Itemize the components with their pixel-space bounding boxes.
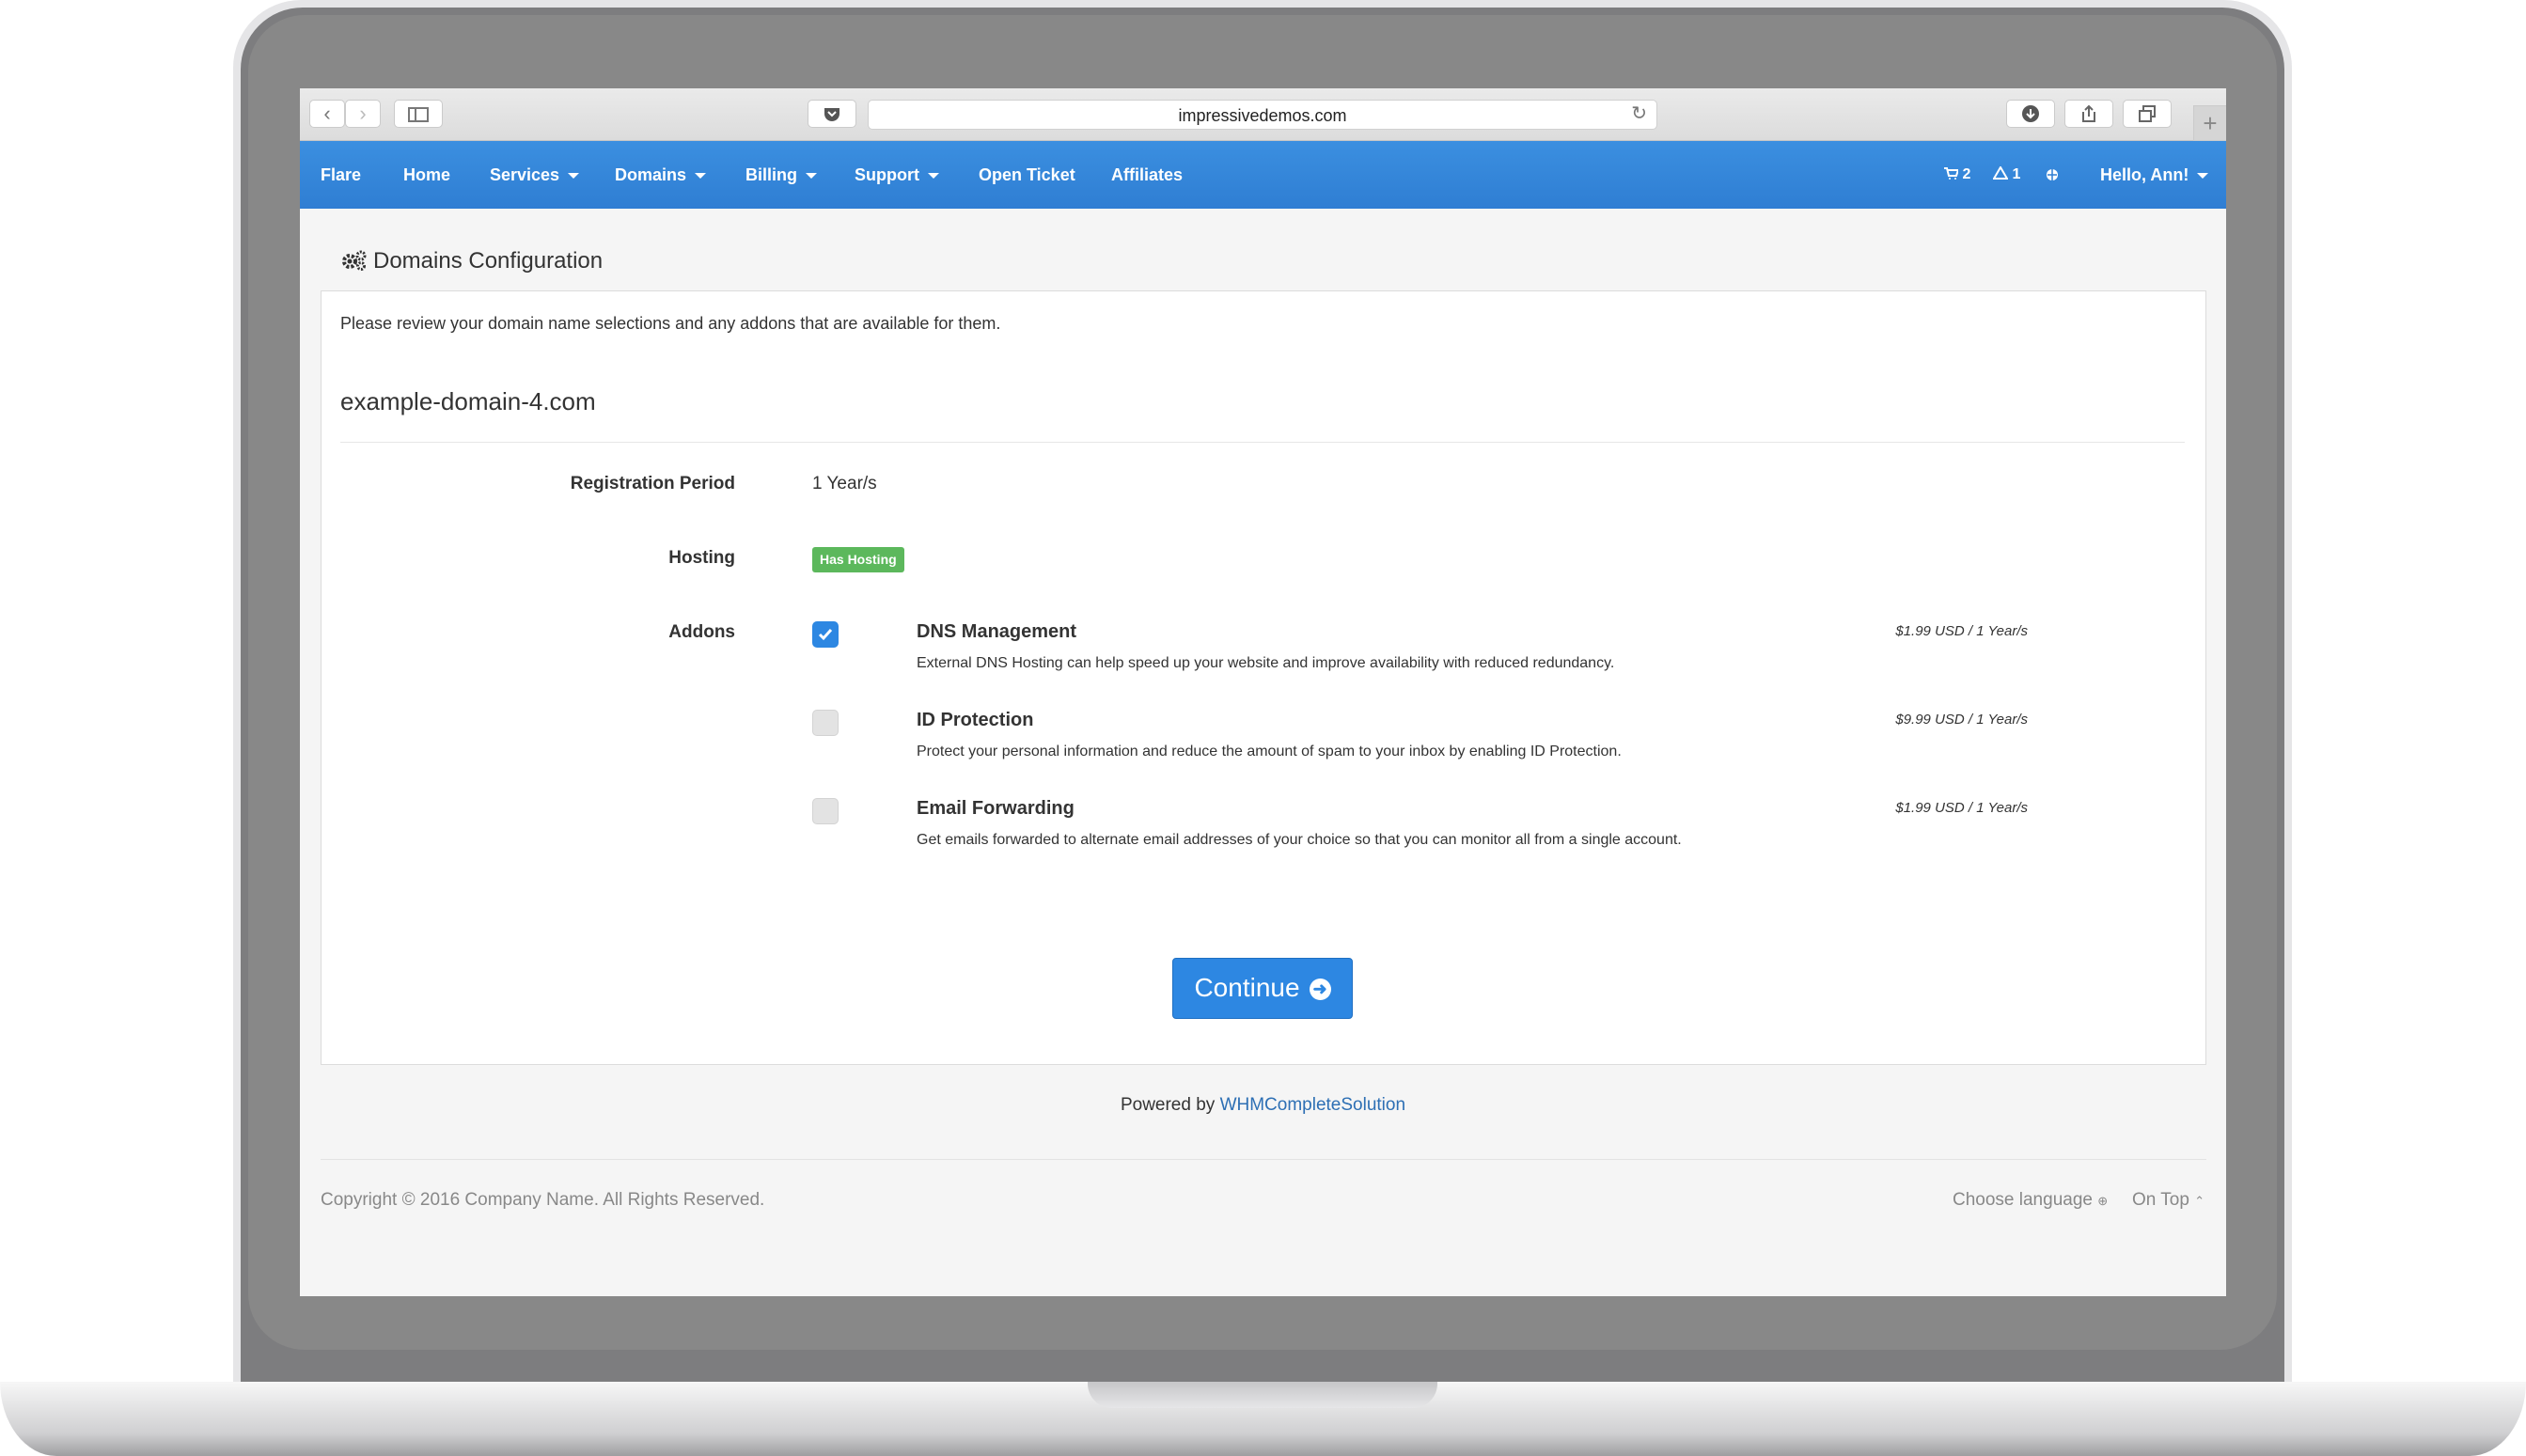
- powered-link[interactable]: WHMCompleteSolution: [1220, 1095, 1405, 1115]
- cart-link[interactable]: 2: [1943, 141, 1970, 209]
- sidebar-icon[interactable]: [394, 100, 443, 128]
- addon-name: Email Forwarding: [917, 798, 1075, 819]
- nav-domains[interactable]: Domains: [615, 141, 707, 209]
- pocket-icon[interactable]: [808, 100, 856, 128]
- continue-button[interactable]: Continue ➜: [1172, 958, 1353, 1019]
- brand-logo[interactable]: Flare: [321, 141, 361, 209]
- chevron-down-icon: [2197, 173, 2209, 180]
- page-title: Domains Configuration: [341, 248, 603, 274]
- addon-name: DNS Management: [917, 621, 1077, 642]
- download-icon[interactable]: [2006, 100, 2055, 128]
- address-bar[interactable]: impressivedemos.com ↻: [868, 100, 1657, 130]
- status-badge: Has Hosting: [812, 547, 904, 572]
- arrow-circle-right-icon: ➜: [1309, 978, 1331, 1000]
- nav-services[interactable]: Services: [490, 141, 580, 209]
- globe-icon[interactable]: [2046, 141, 2059, 209]
- addon-checkbox-dns-management[interactable]: [812, 621, 839, 648]
- continue-label: Continue: [1194, 973, 1300, 1002]
- globe-icon: ⊕: [2097, 1194, 2109, 1208]
- divider: [340, 442, 2185, 443]
- tabs-icon[interactable]: [2123, 100, 2172, 128]
- nav-support[interactable]: Support: [855, 141, 939, 209]
- hosting-label: Hosting: [668, 548, 735, 568]
- addon-description: Get emails forwarded to alternate email …: [917, 832, 1682, 848]
- intro-text: Please review your domain name selection…: [340, 314, 1001, 333]
- cogs-icon: [342, 250, 367, 271]
- on-top-link[interactable]: On Top ⌃: [2132, 1190, 2204, 1211]
- page-title-text: Domains Configuration: [373, 248, 604, 274]
- addon-price: $1.99 USD / 1 Year/s: [1895, 800, 2028, 816]
- addon-description: Protect your personal information and re…: [917, 744, 1622, 759]
- nav-billing-label: Billing: [745, 165, 797, 184]
- forward-icon[interactable]: ›: [345, 100, 381, 128]
- nav-services-label: Services: [490, 165, 560, 184]
- domain-config-panel: [321, 290, 2206, 1065]
- warning-icon: [1992, 165, 2009, 180]
- powered-by: Powered by WHMCompleteSolution: [300, 1095, 2226, 1116]
- nav-billing[interactable]: Billing: [745, 141, 817, 209]
- browser-toolbar: ‹ › impressivedemos.com ↻ +: [300, 88, 2226, 141]
- addon-price: $9.99 USD / 1 Year/s: [1895, 712, 2028, 728]
- chevron-down-icon: [806, 173, 817, 180]
- laptop-notch: [1088, 1382, 1437, 1408]
- choose-language-label: Choose language: [1953, 1190, 2093, 1210]
- choose-language-link[interactable]: Choose language ⊕: [1953, 1190, 2108, 1211]
- reload-icon[interactable]: ↻: [1631, 102, 1647, 125]
- chevron-down-icon: [568, 173, 580, 180]
- chevron-down-icon: [695, 173, 707, 180]
- alerts-link[interactable]: 1: [1992, 141, 2021, 209]
- chevron-down-icon: [928, 173, 939, 180]
- addon-checkbox-email-forwarding[interactable]: [812, 798, 839, 824]
- cart-icon: [1944, 167, 1960, 180]
- nav-support-label: Support: [855, 165, 919, 184]
- nav-affiliates[interactable]: Affiliates: [1111, 141, 1183, 209]
- powered-prefix: Powered by: [1120, 1095, 1216, 1115]
- browser-window: ‹ › impressivedemos.com ↻ + Flare Home S…: [300, 88, 2226, 1296]
- top-navbar: Flare Home Services Domains Billing Supp…: [300, 141, 2226, 209]
- nav-domains-label: Domains: [615, 165, 687, 184]
- url-text: impressivedemos.com: [1178, 106, 1347, 125]
- checkmark-icon: [818, 629, 833, 641]
- cart-count: 2: [1962, 166, 1971, 182]
- chevron-up-icon: ⌃: [2194, 1194, 2205, 1208]
- copyright-text: Copyright © 2016 Company Name. All Right…: [321, 1190, 765, 1210]
- back-icon[interactable]: ‹: [309, 100, 345, 128]
- nav-open-ticket[interactable]: Open Ticket: [979, 141, 1075, 209]
- user-greeting: Hello, Ann!: [2100, 165, 2189, 184]
- new-tab-icon[interactable]: +: [2193, 105, 2226, 141]
- alerts-count: 1: [2012, 166, 2021, 182]
- addons-label: Addons: [668, 622, 735, 642]
- on-top-label: On Top: [2132, 1190, 2189, 1210]
- addon-name: ID Protection: [917, 710, 1034, 730]
- nav-home[interactable]: Home: [403, 141, 450, 209]
- user-menu[interactable]: Hello, Ann!: [2100, 141, 2209, 209]
- addon-price: $1.99 USD / 1 Year/s: [1895, 623, 2028, 639]
- registration-period-value: 1 Year/s: [812, 474, 877, 493]
- share-icon[interactable]: [2064, 100, 2113, 128]
- laptop-mockup: ‹ › impressivedemos.com ↻ + Flare Home S…: [0, 0, 2526, 1456]
- registration-period-label: Registration Period: [570, 474, 735, 493]
- addon-description: External DNS Hosting can help speed up y…: [917, 655, 1615, 671]
- footer-divider: [321, 1159, 2206, 1160]
- domain-name: example-domain-4.com: [340, 387, 596, 415]
- addon-checkbox-id-protection[interactable]: [812, 710, 839, 736]
